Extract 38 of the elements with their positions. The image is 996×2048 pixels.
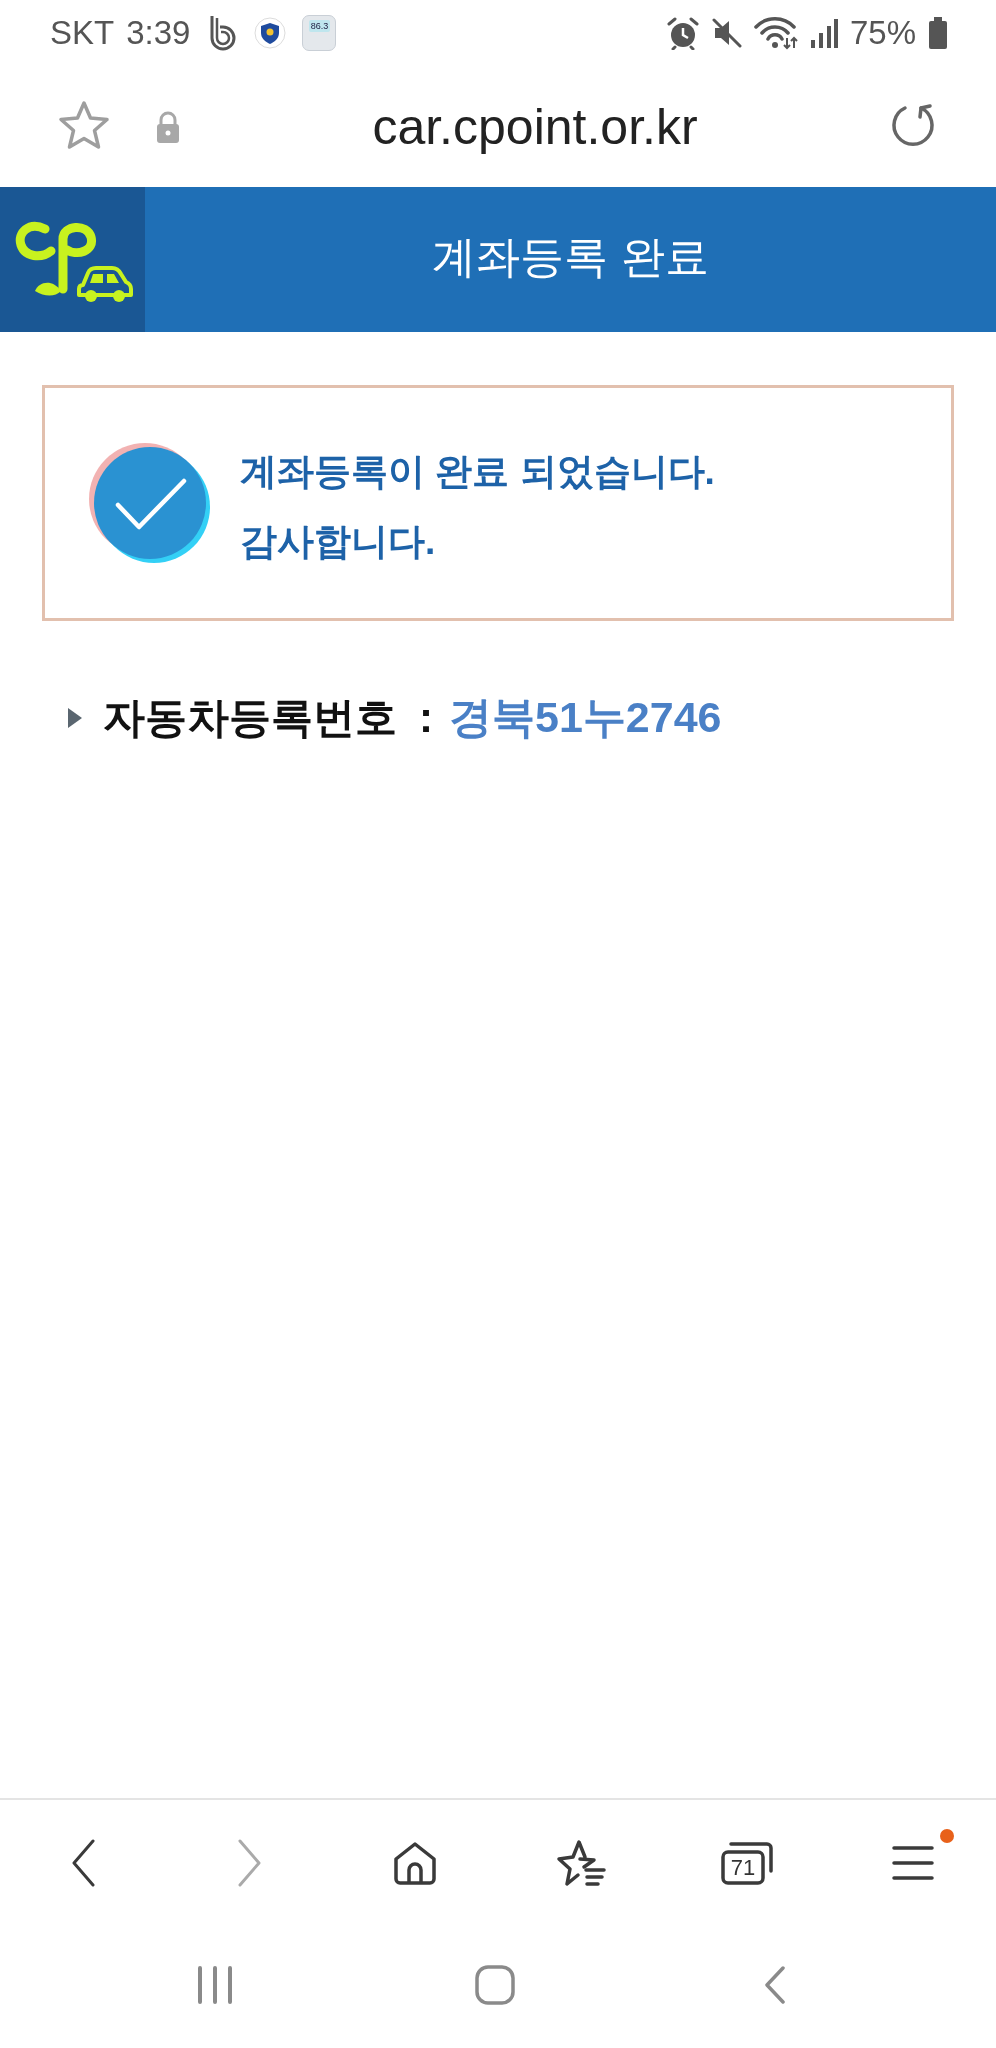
label-colon: : (419, 694, 433, 742)
lock-icon (156, 110, 180, 143)
clock-time: 3:39 (126, 14, 191, 52)
bookmarks-star-icon (556, 1838, 606, 1887)
tabs-button[interactable]: 71 (721, 1840, 773, 1885)
alarm-clock-icon (665, 16, 700, 50)
forward-chevron-icon (236, 1838, 262, 1887)
shield-app-icon (254, 17, 287, 49)
battery-icon (928, 17, 948, 49)
carrier-name: SKT (50, 14, 115, 52)
menu-icon (892, 1844, 934, 1881)
url-text[interactable]: car.cpoint.or.kr (180, 97, 890, 156)
back-chevron-icon (764, 1966, 786, 2004)
battery-percent: 75% (849, 14, 916, 52)
home-icon (393, 1840, 437, 1885)
reload-icon (890, 102, 936, 148)
page-title: 계좌등록 완료 (432, 231, 709, 283)
tabs-frame-icon (721, 1840, 773, 1885)
back-button[interactable] (70, 1838, 96, 1887)
signal-bars-icon (809, 18, 838, 48)
bookmarks-button[interactable] (556, 1838, 606, 1887)
meter-reading: 86.3 (308, 20, 331, 32)
back-chevron-icon (70, 1838, 96, 1887)
wifi-icon (753, 16, 798, 50)
vehicle-number-label: 자동차등록번호 (103, 693, 397, 743)
back-nav-button[interactable] (764, 1966, 786, 2007)
success-message-line: 계좌등록이 완료 되었습니다. (240, 450, 715, 494)
rounded-square-icon (475, 1965, 515, 2005)
check-circle-icon (88, 441, 212, 565)
mute-speaker-icon (711, 17, 742, 49)
vehicle-number-value: 경북51누2746 (449, 692, 722, 743)
recent-apps-icon (197, 1966, 233, 2004)
bullet-triangle-icon (67, 707, 83, 729)
success-message-line: 감사합니다. (240, 520, 437, 564)
home-nav-button[interactable] (475, 1965, 515, 2008)
recent-apps-button[interactable] (197, 1966, 233, 2007)
star-outline-icon (58, 100, 110, 150)
home-button[interactable] (393, 1840, 437, 1885)
